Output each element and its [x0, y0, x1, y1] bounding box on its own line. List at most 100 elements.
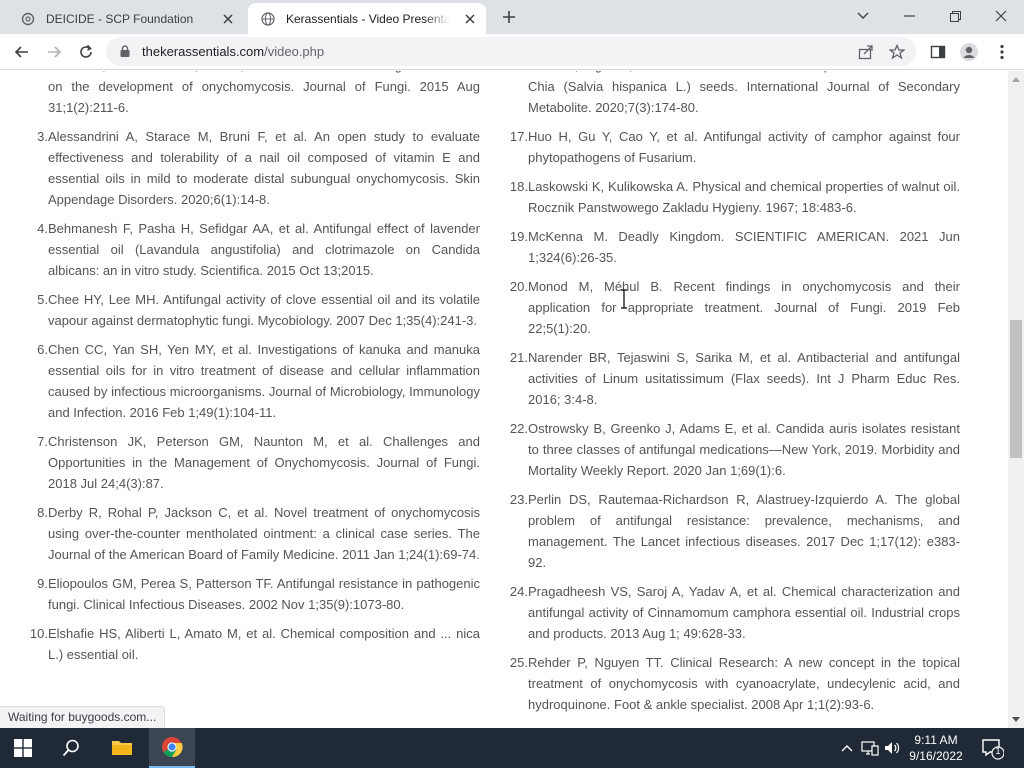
chrome-icon	[162, 737, 183, 758]
reference-item: 18. Laskowski K, Kulikowska A. Physical a…	[506, 176, 966, 218]
reference-text: Ostrowsky B, Greenko J, Adams E, et al. …	[528, 421, 960, 478]
file-explorer-button[interactable]	[99, 728, 145, 768]
chevron-up-icon[interactable]	[838, 739, 856, 757]
tab-deicide-scp[interactable]: DEICIDE - SCP Foundation	[8, 3, 244, 34]
reference-number: 21.	[509, 350, 528, 365]
restore-icon	[949, 10, 961, 22]
restore-button[interactable]	[932, 0, 978, 32]
reference-item: 23. Perlin DS, Rautemaa-Richardson R, Ala…	[506, 489, 966, 573]
reload-icon	[80, 44, 92, 58]
reference-text: Alessandrini A, Starace M, Bruni F, et a…	[48, 129, 480, 207]
reference-number: 23.	[509, 492, 528, 507]
page-viewport: 2.Adams C, Athanasoula E, Lee W, et al. …	[0, 71, 1008, 728]
reference-text: Monod M, Méhul B. Recent findings in ony…	[528, 279, 960, 336]
scroll-down-arrow-icon[interactable]	[1008, 712, 1024, 726]
browser-toolbar: thekerassentials.com/video.php	[0, 34, 1024, 70]
reference-number: 10.	[29, 626, 48, 641]
volume-icon[interactable]	[883, 739, 901, 757]
url-path: /video.php	[264, 44, 325, 59]
url-text: thekerassentials.com/video.php	[142, 44, 324, 59]
chrome-taskbar-button[interactable]	[149, 728, 195, 768]
kebab-menu-icon[interactable]	[992, 42, 1012, 62]
reference-item: 17. Huo H, Gu Y, Cao Y, et al. Antifungal…	[506, 126, 966, 168]
reference-text: Huo H, Gu Y, Cao Y, et al. Antifungal ac…	[528, 129, 960, 165]
references-column-left: 2.Adams C, Athanasoula E, Lee W, et al. …	[26, 71, 486, 673]
reference-item: 25. Rehder P, Nguyen TT. Clinical Researc…	[506, 652, 966, 715]
reference-number: 18.	[509, 179, 528, 194]
star-icon[interactable]	[889, 44, 905, 60]
arrow-right-icon	[48, 46, 62, 58]
close-tab-icon[interactable]	[220, 11, 236, 27]
close-tab-icon[interactable]	[462, 11, 478, 27]
reference-number: 20.	[509, 279, 528, 294]
arrow-left-icon	[14, 46, 28, 58]
scroll-up-arrow-icon[interactable]	[1008, 72, 1024, 86]
reference-item: 3. Alessandrini A, Starace M, Bruni F, et…	[26, 126, 486, 210]
close-icon	[995, 10, 1007, 22]
profile-avatar-icon[interactable]	[959, 42, 979, 62]
reference-item: 10. Elshafie HS, Aliberti L, Amato M, et …	[26, 623, 486, 665]
reference-text: Adams C, Athanasoula E, Lee W, et al. En…	[48, 71, 480, 115]
reference-text: Eliopoulos GM, Perea S, Patterson TF. An…	[48, 576, 480, 612]
reference-text: Behmanesh F, Pasha H, Sefidgar AA, et al…	[48, 221, 480, 278]
tab-strip: DEICIDE - SCP Foundation Kerassentials -…	[0, 0, 1024, 34]
address-bar[interactable]: thekerassentials.com/video.php	[106, 37, 916, 66]
scp-logo-icon	[20, 11, 36, 27]
status-bubble: Waiting for buygoods.com...	[0, 706, 166, 728]
reference-number: 2.	[26, 71, 48, 118]
tab-search-button[interactable]	[840, 0, 886, 32]
start-button[interactable]	[0, 728, 46, 768]
reference-text: Chee HY, Lee MH. Antifungal activity of …	[48, 292, 480, 328]
taskbar-clock[interactable]: 9:11 AM 9/16/2022	[903, 732, 969, 764]
scrollbar-thumb[interactable]	[1010, 320, 1022, 458]
reference-number: 6.	[37, 342, 48, 357]
tab-kerassentials[interactable]: Kerassentials - Video Presentation	[248, 3, 486, 34]
new-tab-button[interactable]	[499, 7, 519, 27]
notification-center-button[interactable]: 1	[980, 736, 1005, 760]
reference-text: Chen CC, Yan SH, Yen MY, et al. Investig…	[48, 342, 480, 420]
network-icon[interactable]	[861, 739, 879, 757]
reference-number: 24.	[509, 584, 528, 599]
reference-item: 7. Christenson JK, Peterson GM, Naunton M…	[26, 431, 486, 494]
reference-text: Narender BR, Tejaswini S, Sarika M, et a…	[528, 350, 960, 407]
reference-number: 19.	[509, 229, 528, 244]
reference-number: 8.	[37, 505, 48, 520]
reference-item: 6. Chen CC, Yan SH, Yen MY, et al. Invest…	[26, 339, 486, 423]
notification-count: 1	[995, 746, 1001, 756]
references-column-right: 16.Guzel S, Ulger M, Yusuf OZ. Antimicro…	[506, 71, 966, 723]
reference-item: 16.Guzel S, Ulger M, Yusuf OZ. Antimicro…	[506, 71, 966, 118]
url-domain: thekerassentials.com	[142, 44, 265, 59]
close-window-button[interactable]	[978, 0, 1024, 32]
reference-number: 17.	[509, 129, 528, 144]
lock-icon	[120, 45, 130, 57]
globe-icon	[260, 11, 276, 27]
search-icon	[62, 739, 79, 757]
reference-text: Laskowski K, Kulikowska A. Physical and …	[528, 179, 960, 215]
reference-text: Derby R, Rohal P, Jackson C, et al. Nove…	[48, 505, 480, 562]
reference-text: Elshafie HS, Aliberti L, Amato M, et al.…	[48, 626, 480, 662]
reference-item: 5. Chee HY, Lee MH. Antifungal activity o…	[26, 289, 486, 331]
reference-text: Rehder P, Nguyen TT. Clinical Research: …	[528, 655, 960, 712]
share-icon[interactable]	[858, 44, 874, 60]
reload-button[interactable]	[74, 40, 98, 64]
reference-text: Perlin DS, Rautemaa-Richardson R, Alastr…	[528, 492, 960, 570]
chevron-down-icon	[857, 12, 869, 19]
forward-button[interactable]	[42, 40, 66, 64]
tab-title: Kerassentials - Video Presentation	[286, 11, 450, 26]
reference-item: 8. Derby R, Rohal P, Jackson C, et al. No…	[26, 502, 486, 565]
reference-item: 24. Pragadheesh VS, Saroj A, Yadav A, et …	[506, 581, 966, 644]
reference-item: 9. Eliopoulos GM, Perea S, Patterson TF. …	[26, 573, 486, 615]
reference-number: 9.	[37, 576, 48, 591]
reference-number: 25.	[509, 655, 528, 670]
tab-title: DEICIDE - SCP Foundation	[46, 11, 194, 26]
reference-item: 22. Ostrowsky B, Greenko J, Adams E, et a…	[506, 418, 966, 481]
reference-number: 4.	[37, 221, 48, 236]
windows-logo-icon	[14, 739, 32, 757]
side-panel-icon[interactable]	[928, 42, 948, 62]
minimize-button[interactable]	[886, 0, 932, 32]
back-button[interactable]	[10, 40, 34, 64]
reference-number: 5.	[37, 292, 48, 307]
reference-number: 7.	[37, 434, 48, 449]
taskbar-search-button[interactable]	[48, 728, 94, 768]
reference-number: 16.	[506, 71, 528, 118]
